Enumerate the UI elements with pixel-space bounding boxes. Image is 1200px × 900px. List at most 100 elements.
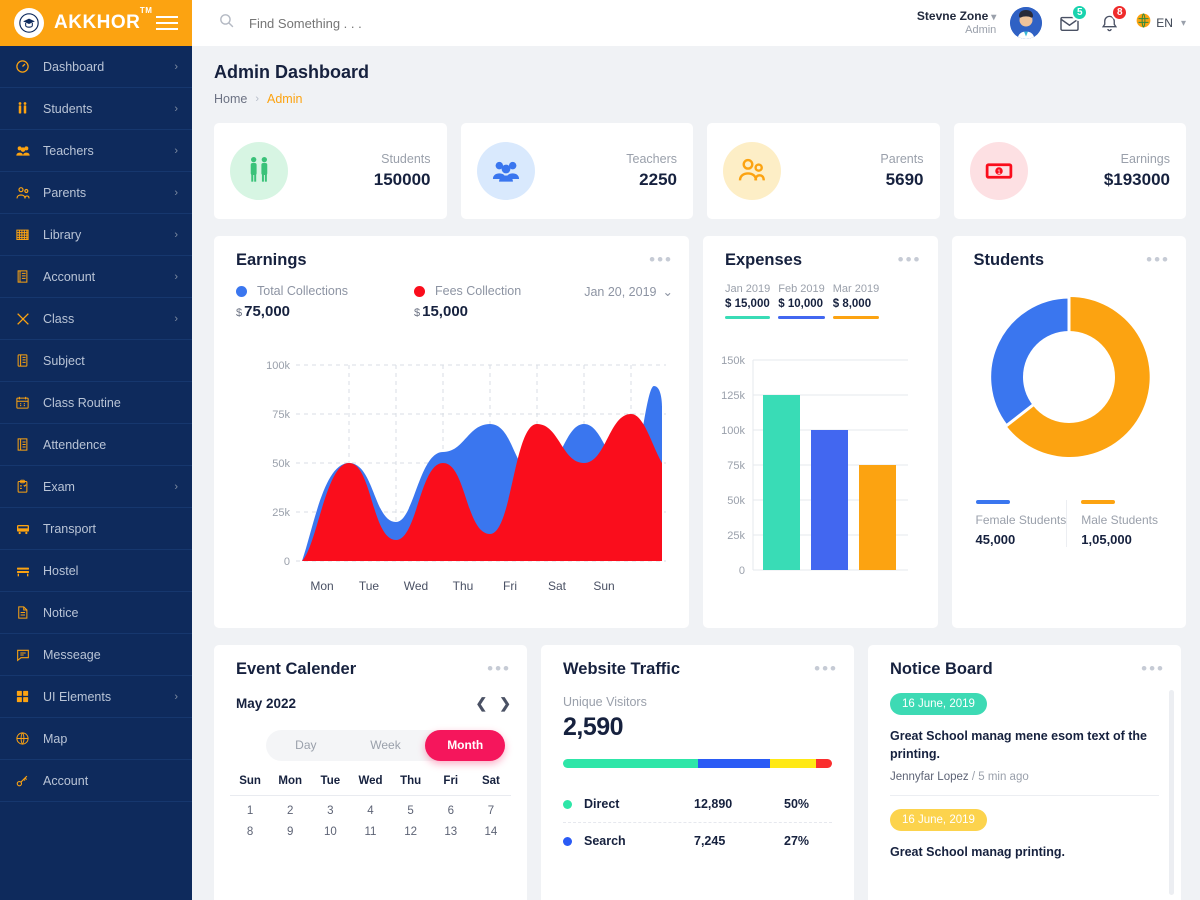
messages-badge: 5	[1071, 4, 1089, 21]
stat-text: Parents 5690	[791, 152, 923, 190]
calendar-view-day[interactable]: Day	[266, 730, 346, 761]
y-tick-25k: 25k	[272, 507, 290, 519]
stat-card-earnings[interactable]: 1 Earnings $193000	[953, 123, 1186, 219]
notice-document-icon	[14, 604, 31, 621]
sidebar-item-class-routine[interactable]: Class Routine	[0, 382, 192, 424]
calendar-day-cell[interactable]: 4	[350, 805, 390, 817]
legend-dot-icon	[236, 285, 247, 297]
sidebar-item-account[interactable]: Account	[0, 760, 192, 802]
sidebar-item-parents[interactable]: Parents ›	[0, 172, 192, 214]
traffic-stacked-bar	[563, 759, 832, 768]
user-menu[interactable]: Stevne Zone ▾ Admin	[917, 9, 996, 37]
table-row: Search 7,245 27%	[563, 823, 832, 859]
stat-card-parents[interactable]: Parents 5690	[707, 123, 940, 219]
y-tick-150k: 150k	[721, 355, 745, 367]
traffic-subtitle: Unique Visitors	[563, 695, 647, 709]
notifications-badge: 8	[1111, 4, 1129, 21]
notifications-button[interactable]: 8	[1096, 4, 1129, 36]
calendar-day-cell[interactable]: 12	[391, 826, 431, 838]
sidebar-item-transport[interactable]: Transport	[0, 508, 192, 550]
sidebar-item-acconunt[interactable]: Acconunt ›	[0, 256, 192, 298]
notice-date-badge: 16 June, 2019	[890, 693, 987, 715]
sidebar-item-class[interactable]: Class ›	[0, 298, 192, 340]
search-input[interactable]	[249, 15, 509, 31]
sidebar-item-attendence[interactable]: Attendence	[0, 424, 192, 466]
hamburger-icon[interactable]	[156, 16, 178, 30]
calendar-day-cell[interactable]: 10	[310, 826, 350, 838]
calendar-day-cell[interactable]: 13	[431, 826, 471, 838]
sidebar-item-exam[interactable]: Exam ›	[0, 466, 192, 508]
sidebar-item-messeage[interactable]: Messeage	[0, 634, 192, 676]
dots-menu-icon[interactable]: •••	[1146, 251, 1170, 268]
dots-menu-icon[interactable]: •••	[649, 251, 673, 268]
calendar-day-cell[interactable]: 8	[230, 826, 270, 838]
stat-card-teachers[interactable]: Teachers 2250	[460, 123, 693, 219]
y-tick-125k: 125k	[721, 390, 745, 402]
sidebar-item-library[interactable]: Library ›	[0, 214, 192, 256]
earnings-date-selector[interactable]: Jan 20, 2019 ⌄	[584, 284, 673, 300]
page-title: Admin Dashboard	[214, 62, 370, 82]
sidebar-item-map[interactable]: Map	[0, 718, 192, 760]
chevron-right-icon[interactable]: ❯	[499, 695, 511, 712]
calendar-day-cell[interactable]: 6	[431, 805, 471, 817]
legend-value: 15,000	[422, 303, 469, 320]
breadcrumb: Home › Admin	[214, 92, 1186, 106]
calendar-day-cell[interactable]: 14	[471, 826, 511, 838]
breadcrumb-home[interactable]: Home	[214, 92, 247, 106]
notice-scrollbar[interactable]	[1169, 690, 1174, 895]
stat-cards: Students 150000 Teachers 2250 Parents 56…	[214, 123, 1186, 219]
language-selector[interactable]: EN ▾	[1136, 13, 1186, 33]
chevron-down-icon[interactable]: ▾	[1181, 18, 1186, 29]
avatar[interactable]	[1010, 7, 1043, 39]
calendar-day-cell[interactable]: 1	[230, 805, 270, 817]
list-item[interactable]: 16 June, 2019 Great School manag mene es…	[890, 693, 1159, 797]
chevron-right-icon: ›	[174, 270, 178, 283]
grid-squares-icon	[14, 688, 31, 705]
dots-menu-icon[interactable]: •••	[814, 660, 838, 677]
dashboard-app: AKKHOR TM Dashboard › Students › Teacher…	[0, 0, 1200, 900]
calendar-day-cell[interactable]: 2	[270, 805, 310, 817]
chevron-down-icon[interactable]: ▾	[991, 12, 996, 23]
sidebar-item-notice[interactable]: Notice	[0, 592, 192, 634]
search-bar	[218, 12, 917, 34]
calendar-view-month[interactable]: Month	[425, 730, 506, 761]
sidebar-item-label: Teachers	[43, 143, 94, 158]
sidebar-item-teachers[interactable]: Teachers ›	[0, 130, 192, 172]
sidebar-item-ui-elements[interactable]: UI Elements ›	[0, 676, 192, 718]
money-note-icon: 1	[969, 142, 1028, 200]
sidebar-item-hostel[interactable]: Hostel	[0, 550, 192, 592]
dots-menu-icon[interactable]: •••	[1141, 660, 1165, 677]
stat-card-students[interactable]: Students 150000	[214, 123, 447, 219]
y-tick-75k: 75k	[727, 460, 745, 472]
calendar-day-cell[interactable]: 3	[310, 805, 350, 817]
calendar-day-cell[interactable]: 5	[391, 805, 431, 817]
calendar-view-week[interactable]: Week	[346, 730, 426, 761]
students-header: Students •••	[952, 236, 1187, 270]
stat-text: Students 150000	[298, 152, 431, 190]
month-label: Jan 2019	[724, 283, 771, 295]
parents-icon	[14, 184, 31, 201]
sidebar-item-subject[interactable]: Subject	[0, 340, 192, 382]
table-row: Direct 12,890 50%	[563, 786, 832, 823]
sidebar-item-dashboard[interactable]: Dashboard ›	[0, 46, 192, 88]
dots-menu-icon[interactable]: •••	[898, 251, 922, 268]
x-tick-tue: Tue	[359, 579, 380, 593]
calendar-day-cell[interactable]: 7	[471, 805, 511, 817]
sidebar-item-label: Map	[43, 731, 68, 746]
calendar-day-cell[interactable]: 11	[350, 826, 390, 838]
list-item[interactable]: 16 June, 2019 Great School manag printin…	[890, 809, 1159, 881]
dots-menu-icon[interactable]: •••	[487, 660, 511, 677]
chevron-right-icon: ›	[255, 93, 260, 105]
messages-button[interactable]: 5	[1056, 4, 1089, 36]
legend-label: Female Students	[975, 512, 1067, 527]
event-calendar-card: Event Calender ••• May 2022 ❮ ❯ Day Week…	[214, 645, 527, 900]
sidebar-item-students[interactable]: Students ›	[0, 88, 192, 130]
day-header: Thu	[400, 775, 422, 787]
traffic-source-name: Search	[584, 834, 626, 848]
brand-name: AKKHOR TM	[54, 6, 152, 34]
calendar-day-cell[interactable]: 9	[270, 826, 310, 838]
chevron-left-icon[interactable]: ❮	[476, 695, 488, 712]
y-tick-50k: 50k	[727, 495, 745, 507]
search-icon[interactable]	[218, 12, 235, 34]
brand-header: AKKHOR TM	[0, 0, 192, 46]
